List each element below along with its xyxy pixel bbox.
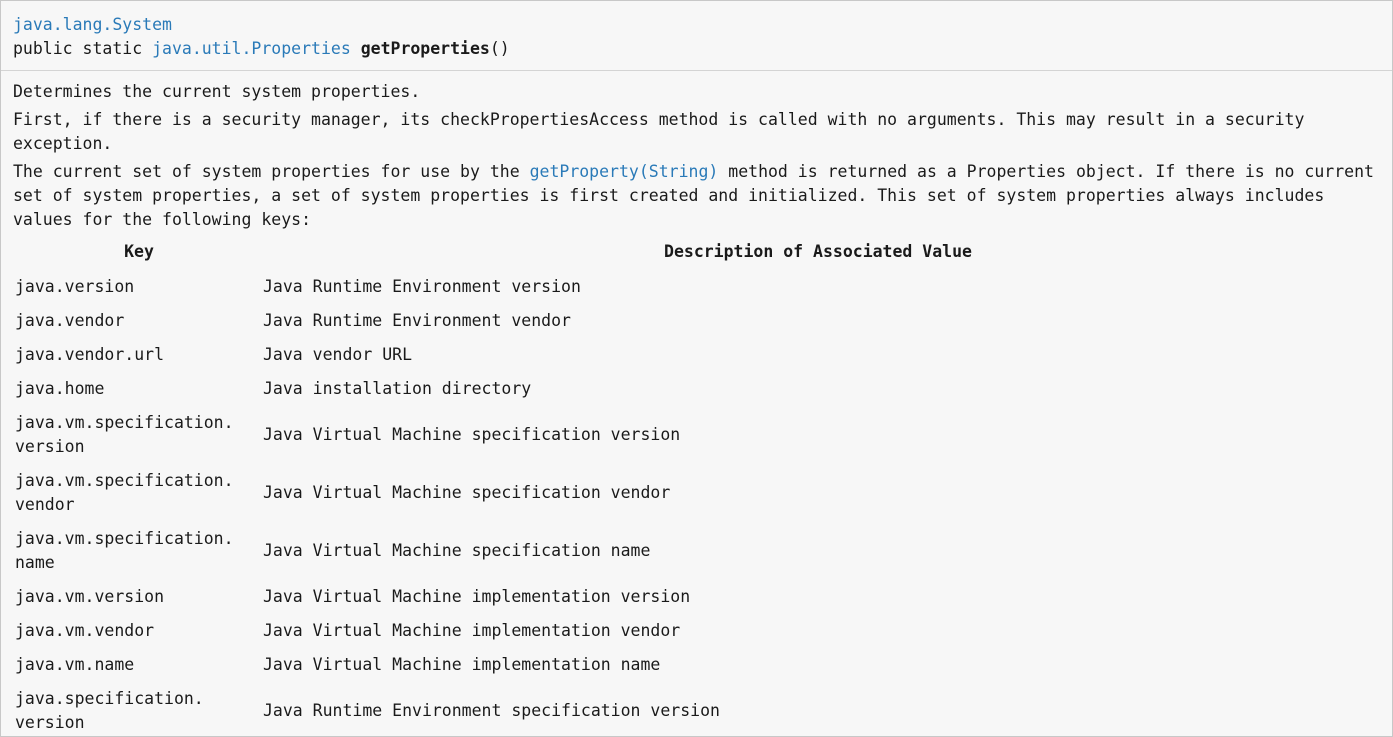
property-key: java.vm.specification. version: [15, 413, 234, 456]
header-description: Description of Associated Value: [664, 242, 972, 261]
table-row: java.vm.vendor Java Virtual Machine imple…: [15, 614, 1373, 648]
method-modifiers: public static: [13, 39, 143, 58]
property-key: java.vm.specification. name: [15, 529, 234, 572]
description-summary: Determines the current system properties…: [13, 82, 421, 101]
class-name-link[interactable]: java.lang.System: [13, 15, 172, 34]
table-row: java.vm.version Java Virtual Machine impl…: [15, 580, 1373, 614]
table-row: java.vm.specification. version Java Virtua…: [15, 406, 1373, 464]
table-header-row: Key Description of Associated Value: [15, 236, 1373, 270]
property-key: java.vm.version: [15, 587, 165, 606]
table-body: java.version Java Runtime Environment ver…: [15, 270, 1373, 736]
table-row: java.vendor Java Runtime Environment vend…: [15, 304, 1373, 338]
property-key: java.vm.vendor: [15, 621, 155, 640]
table-row: java.version Java Runtime Environment ver…: [15, 270, 1373, 304]
method-signature: java.lang.System public static java.util…: [1, 1, 1392, 71]
get-property-link[interactable]: getProperty(String): [530, 162, 719, 181]
property-description: Java Runtime Environment version: [263, 277, 581, 296]
property-description: Java vendor URL: [263, 345, 413, 364]
property-key: java.vm.specification. vendor: [15, 471, 234, 514]
table-row: java.vm.specification. vendor Java Virtual…: [15, 464, 1373, 522]
javadoc-hover-popup: java.lang.System public static java.util…: [0, 0, 1393, 737]
property-description: Java Virtual Machine specification vendo…: [263, 483, 671, 502]
method-params: (): [489, 39, 510, 58]
description-properties-paragraph: The current set of system properties for…: [13, 160, 1380, 232]
property-description: Java Virtual Machine implementation name: [263, 655, 661, 674]
property-key: java.specification. version: [15, 689, 204, 732]
property-description: Java Virtual Machine implementation vend…: [263, 621, 681, 640]
table-row: java.specification. version Java Runtime E…: [15, 682, 1373, 736]
table-row: java.home Java installation directory: [15, 372, 1373, 406]
property-description: Java installation directory: [263, 379, 532, 398]
property-description: Java Virtual Machine specification name: [263, 541, 651, 560]
property-description: Java Runtime Environment specification v…: [263, 701, 720, 720]
system-properties-table: Key Description of Associated Value java…: [15, 236, 1373, 736]
property-description: Java Runtime Environment vendor: [263, 311, 571, 330]
property-description: Java Virtual Machine specification versi…: [263, 425, 681, 444]
table-row: java.vm.name Java Virtual Machine impleme…: [15, 648, 1373, 682]
description-security-paragraph: First, if there is a security manager, i…: [13, 110, 1305, 153]
header-key: Key: [124, 242, 154, 261]
table-row: java.vm.specification. name Java Virtual M…: [15, 522, 1373, 580]
property-key: java.vendor.url: [15, 345, 165, 364]
property-key: java.vendor: [15, 311, 125, 330]
property-key: java.version: [15, 277, 135, 296]
table-row: java.vendor.url Java vendor URL: [15, 338, 1373, 372]
property-key: java.home: [15, 379, 105, 398]
para3-text-before: The current set of system properties for…: [13, 162, 520, 181]
method-name: getProperties: [360, 39, 490, 58]
property-description: Java Virtual Machine implementation vers…: [263, 587, 691, 606]
property-key: java.vm.name: [15, 655, 135, 674]
method-description: Determines the current system properties…: [1, 71, 1392, 736]
return-type-link[interactable]: java.util.Properties: [152, 39, 351, 58]
